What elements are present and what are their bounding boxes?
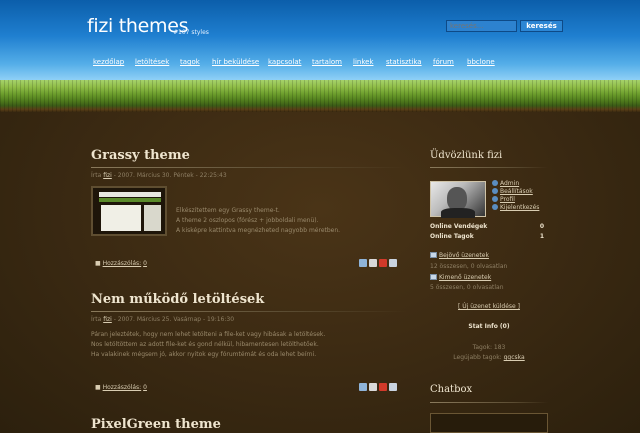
- inbox-icon: [430, 252, 437, 258]
- post-line: Ha valakinek mégsem jó, akkor nyitok egy…: [91, 351, 317, 358]
- post-body: Páran jeleztétek, hogy nem lehet letölte…: [91, 330, 325, 360]
- header: fizi themes #107 styles keresés kezdőlap…: [0, 0, 640, 80]
- pdf-icon[interactable]: [379, 383, 387, 391]
- news-post: Grassy theme Írta fizi - 2007. Március 3…: [91, 148, 407, 272]
- outbox-link[interactable]: Kimenő üzenetek: [430, 274, 491, 281]
- post-meta-prefix: Írta: [91, 172, 102, 179]
- online-guests-row: Online Vendégek 0: [430, 223, 544, 230]
- email-icon[interactable]: [359, 383, 367, 391]
- post-actions: [359, 259, 399, 267]
- online-members-count: 1: [539, 233, 544, 240]
- post-line: Elkészítettem egy Grassy theme-t.: [176, 207, 280, 214]
- nav-item-home[interactable]: kezdőlap: [93, 58, 124, 66]
- online-members-label: Online Tagok: [430, 233, 474, 240]
- post-date: - 2007. Március 30. Péntek - 22:25:43: [113, 172, 227, 179]
- post-meta: Írta fizi - 2007. Március 30. Péntek - 2…: [91, 172, 227, 179]
- nav-item-members[interactable]: tagok: [180, 58, 200, 66]
- edit-icon[interactable]: [389, 259, 397, 267]
- post-author-link[interactable]: fizi: [103, 172, 112, 179]
- chatbox-panel[interactable]: [430, 413, 548, 433]
- print-icon[interactable]: [369, 383, 377, 391]
- divider: [430, 402, 548, 403]
- nav-item-submit-news[interactable]: hír beküldése: [212, 58, 259, 66]
- search-input[interactable]: [446, 20, 517, 32]
- nav-item-bbclone[interactable]: bbclone: [467, 58, 495, 66]
- post-line: A theme 2 oszlopos (fórész + jobboldali …: [176, 217, 319, 224]
- nav-item-contact[interactable]: kapcsolat: [268, 58, 301, 66]
- sidebar: Üdvözlünk fizi Admin Beállítások Profil …: [430, 112, 548, 433]
- online-members-row: Online Tagok 1: [430, 233, 544, 240]
- theme-thumbnail[interactable]: [91, 186, 167, 236]
- nav-item-downloads[interactable]: letöltések: [135, 58, 169, 66]
- news-post: Nem működő letöltések Írta fizi - 2007. …: [91, 292, 407, 414]
- user-link-icon: [492, 180, 498, 186]
- members-count: Tagok: 183: [472, 344, 506, 351]
- site-logo-subtitle: #107 styles: [173, 29, 209, 36]
- avatar: [430, 181, 486, 218]
- comments-label[interactable]: Hozzászólás:: [103, 384, 142, 391]
- nav-item-content[interactable]: tartalom: [312, 58, 342, 66]
- search-button[interactable]: keresés: [520, 20, 563, 32]
- user-link-icon: [492, 204, 498, 210]
- comments-count[interactable]: 0: [143, 384, 147, 391]
- welcome-title: Üdvözlünk fizi: [430, 150, 503, 161]
- outbox-info: 5 összesen, 0 olvasatlan: [430, 284, 504, 291]
- comments-count[interactable]: 0: [143, 260, 147, 267]
- nav-item-links[interactable]: linkek: [353, 58, 374, 66]
- comments-link[interactable]: ■ Hozzászólás: 0: [95, 384, 147, 391]
- post-title[interactable]: PixelGreen theme: [91, 417, 407, 432]
- post-body: Elkészítettem egy Grassy theme-t. A them…: [176, 206, 340, 236]
- newest-member-link[interactable]: ggcska: [504, 354, 525, 361]
- bullet-icon: ■: [95, 384, 101, 391]
- post-meta: Írta fizi - 2007. Március 25. Vasárnap -…: [91, 316, 234, 323]
- stat-info-title: Stat Info (0): [468, 323, 510, 330]
- bullet-icon: ■: [95, 260, 101, 267]
- edit-icon[interactable]: [389, 383, 397, 391]
- post-title[interactable]: Grassy theme: [91, 148, 407, 163]
- user-link-admin[interactable]: Admin: [492, 180, 519, 187]
- divider: [91, 167, 407, 168]
- pdf-icon[interactable]: [379, 259, 387, 267]
- chatbox-title: Chatbox: [430, 384, 473, 395]
- user-link-settings[interactable]: Beállítások: [492, 188, 533, 195]
- email-icon[interactable]: [359, 259, 367, 267]
- new-message-link[interactable]: [ Új üzenet küldése ]: [430, 303, 548, 310]
- newest-member-label: Legújabb tagok:: [453, 354, 502, 361]
- comments-link[interactable]: ■ Hozzászólás: 0: [95, 260, 147, 267]
- main-navigation: kezdőlap letöltések tagok hír beküldése …: [0, 58, 640, 70]
- post-meta-prefix: Írta: [91, 316, 102, 323]
- news-post: PixelGreen theme: [91, 417, 407, 433]
- post-date: - 2007. Március 25. Vasárnap - 19:16:30: [113, 316, 235, 323]
- post-line: A kisképre kattintva megnézheted nagyobb…: [176, 227, 341, 234]
- user-link-icon: [492, 196, 498, 202]
- nav-item-statistics[interactable]: statisztika: [386, 58, 422, 66]
- divider: [430, 167, 548, 168]
- post-author-link[interactable]: fizi: [103, 316, 112, 323]
- divider: [91, 311, 407, 312]
- inbox-link[interactable]: Bejövő üzenetek: [430, 252, 489, 259]
- online-guests-count: 0: [539, 223, 544, 230]
- online-guests-label: Online Vendégek: [430, 223, 488, 230]
- post-line: Páran jeleztétek, hogy nem lehet letölte…: [91, 331, 326, 338]
- post-actions: [359, 383, 399, 391]
- outbox-icon: [430, 274, 437, 280]
- grass-banner: [0, 80, 640, 112]
- comments-label[interactable]: Hozzászólás:: [103, 260, 142, 267]
- post-line: Nos letöltöttem az adott file-ket és gon…: [91, 341, 319, 348]
- newest-member: Legújabb tagok: ggcska: [430, 354, 548, 361]
- nav-item-forum[interactable]: fórum: [433, 58, 454, 66]
- user-link-profile[interactable]: Profil: [492, 196, 515, 203]
- inbox-info: 12 összesen, 0 olvasatlan: [430, 263, 508, 270]
- user-link-logout[interactable]: Kijelentkezés: [492, 204, 539, 211]
- print-icon[interactable]: [369, 259, 377, 267]
- user-link-icon: [492, 188, 498, 194]
- post-title[interactable]: Nem működő letöltések: [91, 292, 407, 307]
